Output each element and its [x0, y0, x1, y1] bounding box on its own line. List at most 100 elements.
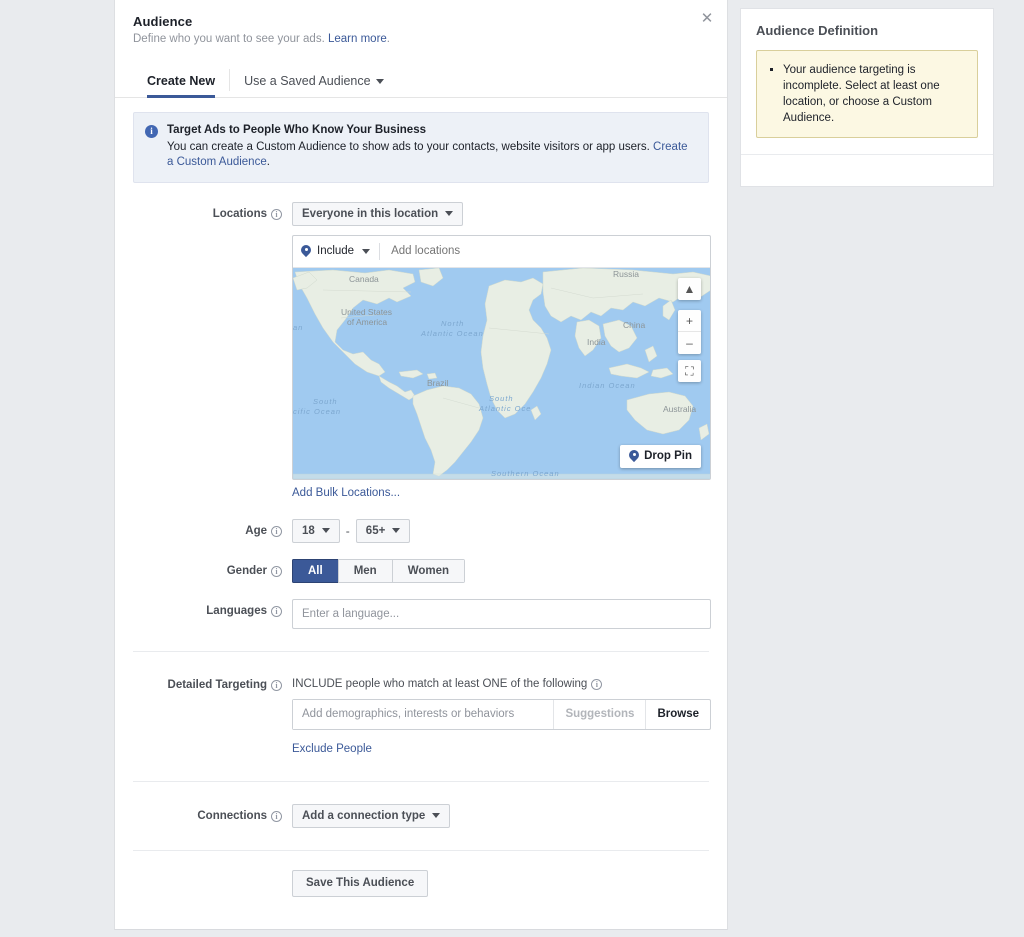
- add-bulk-locations-link[interactable]: Add Bulk Locations...: [292, 487, 400, 499]
- gender-field: All Men Women: [292, 558, 709, 583]
- locations-label: Locations i: [133, 202, 292, 221]
- info-icon-include-rule[interactable]: i: [591, 678, 603, 690]
- fullscreen-icon[interactable]: ⛶: [678, 359, 701, 382]
- svg-text:Brazil: Brazil: [427, 378, 448, 388]
- gender-option-women[interactable]: Women: [391, 558, 466, 583]
- svg-text:South: South: [489, 394, 514, 403]
- drop-pin-button[interactable]: Drop Pin: [620, 444, 701, 468]
- learn-more-link[interactable]: Learn more: [328, 33, 387, 45]
- location-scope-label: Everyone in this location: [302, 207, 439, 220]
- age-max-dropdown[interactable]: 65+: [355, 518, 411, 543]
- age-max-value: 65+: [365, 524, 386, 537]
- chevron-down-icon: [392, 528, 401, 533]
- audience-definition-footer: [741, 154, 993, 186]
- locations-label-text: Locations: [212, 207, 267, 220]
- info-icon-age[interactable]: i: [271, 525, 282, 537]
- callout-body: Target Ads to People Who Know Your Busin…: [167, 123, 696, 171]
- info-icon-locations[interactable]: i: [271, 208, 282, 220]
- gender-row: Gender i All Men Women: [133, 558, 709, 583]
- svg-text:Russia: Russia: [613, 269, 639, 279]
- include-exclude-dropdown[interactable]: Include: [301, 245, 371, 258]
- suggestions-button[interactable]: Suggestions: [553, 699, 645, 729]
- dialog-subtitle: Define who you want to see your ads. Lea…: [133, 32, 709, 47]
- section-divider: [133, 650, 709, 652]
- detailed-targeting-label: Detailed Targeting i: [133, 673, 292, 692]
- tab-bar: Create New Use a Saved Audience: [115, 63, 727, 98]
- save-audience-button[interactable]: Save This Audience: [292, 869, 429, 897]
- connections-label: Connections i: [133, 804, 292, 823]
- chevron-down-icon: [375, 79, 384, 84]
- info-icon-languages[interactable]: i: [271, 605, 282, 617]
- svg-text:North: North: [441, 319, 464, 328]
- exclude-people-link[interactable]: Exclude People: [292, 743, 372, 755]
- age-min-value: 18: [302, 524, 315, 537]
- warning-list: Your audience targeting is incomplete. S…: [767, 62, 965, 126]
- age-label-text: Age: [245, 524, 267, 537]
- connections-field: Add a connection type: [292, 803, 709, 828]
- map-zoom-out-icon[interactable]: –: [678, 331, 701, 354]
- add-connection-type-label: Add a connection type: [302, 809, 426, 822]
- audience-definition-warning: Your audience targeting is incomplete. S…: [756, 50, 978, 138]
- custom-audience-callout: i Target Ads to People Who Know Your Bus…: [133, 112, 709, 183]
- warning-item: Your audience targeting is incomplete. S…: [783, 62, 965, 126]
- age-field: 18 - 65+: [292, 518, 709, 543]
- tab-create-new-label: Create New: [147, 74, 216, 88]
- location-scope-button[interactable]: Everyone in this location: [292, 201, 464, 226]
- dialog-subtitle-text: Define who you want to see your ads.: [133, 33, 325, 45]
- tab-use-saved-audience-label: Use a Saved Audience: [244, 74, 371, 88]
- chevron-down-icon: [321, 528, 330, 533]
- map-pin-icon: [629, 450, 639, 463]
- info-icon-detailed-targeting[interactable]: i: [271, 679, 282, 691]
- add-locations-input[interactable]: [389, 244, 702, 258]
- svg-text:Atlantic Ocean: Atlantic Ocean: [420, 329, 484, 338]
- chevron-down-icon: [432, 813, 441, 818]
- svg-text:Atlantic Oce: Atlantic Oce: [478, 404, 531, 413]
- connections-label-text: Connections: [197, 809, 267, 822]
- map-collapse-icon[interactable]: ▲: [678, 277, 701, 300]
- callout-text: You can create a Custom Audience to show…: [167, 140, 654, 153]
- map-zoom-controls: + –: [678, 309, 701, 354]
- map-pin-icon: [301, 245, 311, 258]
- add-connection-type-button[interactable]: Add a connection type: [292, 803, 451, 828]
- close-icon[interactable]: ✕: [698, 10, 716, 28]
- chevron-down-icon: [362, 248, 371, 254]
- languages-row: Languages i: [133, 598, 711, 629]
- age-min-dropdown[interactable]: 18: [292, 518, 340, 543]
- detailed-targeting-instruction-text: INCLUDE people who match at least ONE of…: [292, 677, 588, 690]
- location-map[interactable]: Canada United States of America Brazil R…: [293, 267, 710, 479]
- callout-title: Target Ads to People Who Know Your Busin…: [167, 124, 426, 136]
- screen: Audience Define who you want to see your…: [0, 0, 1024, 937]
- section-divider: [133, 780, 709, 782]
- gender-toggle-group: All Men Women: [292, 558, 466, 583]
- languages-field: [292, 598, 711, 629]
- info-icon-connections[interactable]: i: [271, 810, 282, 822]
- svg-text:Indian Ocean: Indian Ocean: [579, 381, 636, 390]
- map-zoom-in-icon[interactable]: +: [678, 309, 701, 332]
- info-icon-gender[interactable]: i: [271, 565, 282, 577]
- svg-text:India: India: [587, 337, 606, 347]
- gender-option-all[interactable]: All: [292, 558, 338, 583]
- detailed-targeting-field: INCLUDE people who match at least ONE of…: [292, 673, 711, 757]
- tab-create-new[interactable]: Create New: [133, 74, 229, 98]
- tab-use-saved-audience[interactable]: Use a Saved Audience: [230, 74, 397, 97]
- detailed-targeting-input[interactable]: [293, 699, 554, 729]
- svg-text:China: China: [623, 320, 645, 330]
- map-fullscreen-control: ⛶: [678, 359, 701, 382]
- connections-row: Connections i Add a connection type: [133, 803, 709, 828]
- chevron-down-icon: [445, 211, 454, 216]
- info-icon: i: [145, 125, 158, 138]
- svg-text:Southern Ocean: Southern Ocean: [491, 469, 560, 478]
- gender-label: Gender i: [133, 559, 292, 578]
- detailed-targeting-row: Detailed Targeting i INCLUDE people who m…: [133, 673, 711, 757]
- svg-text:Canada: Canada: [349, 274, 379, 284]
- audience-dialog: Audience Define who you want to see your…: [114, 0, 728, 930]
- audience-definition-title: Audience Definition: [756, 23, 879, 38]
- callout-period: .: [266, 156, 270, 168]
- languages-label-text: Languages: [206, 604, 267, 617]
- languages-input[interactable]: [292, 598, 711, 629]
- dialog-header: Audience Define who you want to see your…: [115, 0, 727, 47]
- detailed-targeting-box: Suggestions Browse: [292, 698, 711, 730]
- browse-button[interactable]: Browse: [645, 699, 710, 729]
- gender-option-men[interactable]: Men: [337, 558, 392, 583]
- page-title: Audience: [133, 14, 193, 29]
